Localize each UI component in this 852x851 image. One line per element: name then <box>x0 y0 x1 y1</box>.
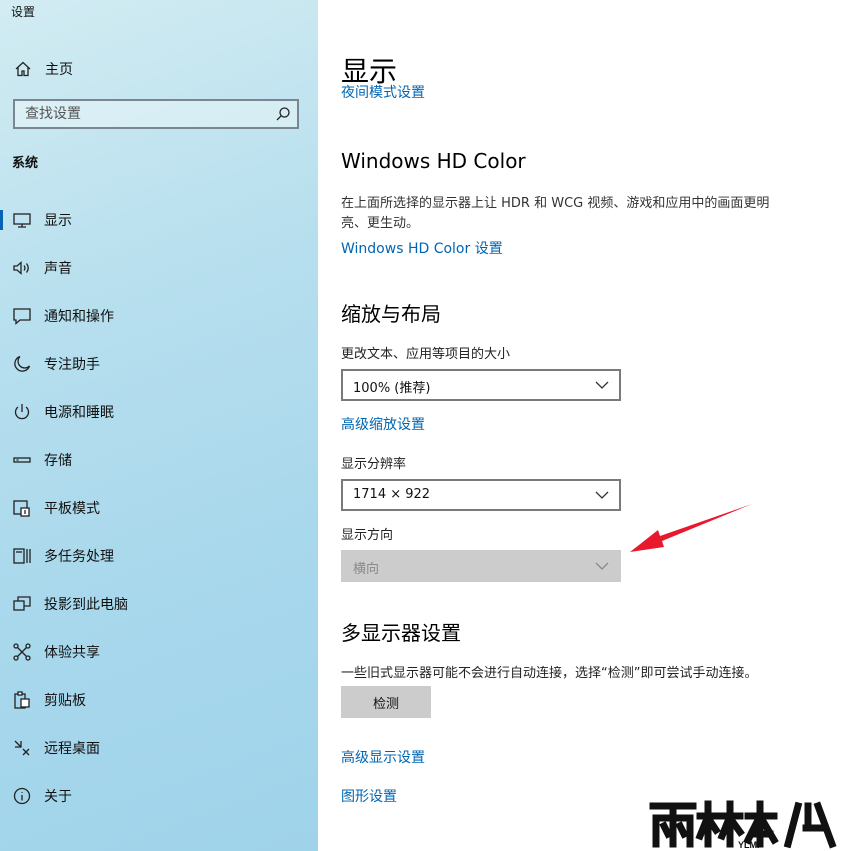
sidebar-item-label: 专注助手 <box>44 357 100 373</box>
sidebar-item-label: 通知和操作 <box>44 309 114 325</box>
notification-icon <box>13 308 31 325</box>
sidebar-item-label: 远程桌面 <box>44 741 100 757</box>
orientation-label: 显示方向 <box>341 528 394 543</box>
graphics-settings-link[interactable]: 图形设置 <box>341 786 397 806</box>
sidebar-item-label: 显示 <box>44 213 72 229</box>
moon-icon <box>14 355 31 372</box>
home-icon <box>15 61 31 77</box>
sidebar-item-label: 剪贴板 <box>44 693 86 709</box>
sidebar-nav: 显示 声音 通知和操作 专注助手 电源和睡眠 存储 平板模式 多任务处理 投影到… <box>0 196 318 820</box>
watermark-logo: YLMF <box>649 800 837 850</box>
advanced-scaling-link[interactable]: 高级缩放设置 <box>341 414 425 434</box>
monitor-icon <box>13 213 31 228</box>
project-icon <box>13 596 31 611</box>
speaker-icon <box>13 261 29 275</box>
annotation-arrow <box>630 504 752 552</box>
clipboard-icon <box>14 691 30 709</box>
chevron-down-icon <box>595 562 609 570</box>
sidebar-item-label: 存储 <box>44 453 72 469</box>
sidebar-item-label: 电源和睡眠 <box>44 405 114 421</box>
hdr-heading: Windows HD Color <box>341 149 526 173</box>
scale-heading: 缩放与布局 <box>341 302 441 326</box>
storage-icon <box>13 457 31 463</box>
sidebar-item-label: 主页 <box>45 62 73 78</box>
hdr-settings-link[interactable]: Windows HD Color 设置 <box>341 238 503 258</box>
sidebar: 设置 主页 系统 显示 声音 通知和操作 <box>0 0 318 851</box>
sidebar-item-project[interactable]: 投影到此电脑 <box>0 580 318 628</box>
power-icon <box>14 404 30 420</box>
search-icon[interactable] <box>275 106 291 122</box>
sidebar-item-focus-assist[interactable]: 专注助手 <box>0 340 318 388</box>
sidebar-item-about[interactable]: 关于 <box>0 772 318 820</box>
remote-icon <box>14 740 30 756</box>
multi-display-heading: 多显示器设置 <box>341 621 461 645</box>
detect-button[interactable]: 检测 <box>341 686 431 718</box>
orientation-select: 横向 <box>341 550 621 582</box>
sidebar-item-multitasking[interactable]: 多任务处理 <box>0 532 318 580</box>
main-content: 显示 夜间模式设置 Windows HD Color 在上面所选择的显示器上让 … <box>318 0 852 851</box>
chevron-down-icon <box>595 491 609 499</box>
sidebar-item-label: 多任务处理 <box>44 549 114 565</box>
sidebar-item-tablet-mode[interactable]: 平板模式 <box>0 484 318 532</box>
night-light-link[interactable]: 夜间模式设置 <box>341 84 425 98</box>
night-light-link-text[interactable]: 夜间模式设置 <box>341 84 425 98</box>
multitask-icon <box>13 548 31 564</box>
share-icon <box>13 643 31 661</box>
resolution-select[interactable]: 1714 × 922 <box>341 479 621 511</box>
sidebar-item-shared-experiences[interactable]: 体验共享 <box>0 628 318 676</box>
search-box[interactable] <box>13 99 299 129</box>
sidebar-item-home[interactable]: 主页 <box>0 50 318 86</box>
resolution-label: 显示分辨率 <box>341 457 407 472</box>
hdr-description: 在上面所选择的显示器上让 HDR 和 WCG 视频、游戏和应用中的画面更明亮、更… <box>341 196 770 231</box>
sidebar-item-storage[interactable]: 存储 <box>0 436 318 484</box>
sidebar-item-notifications[interactable]: 通知和操作 <box>0 292 318 340</box>
size-label: 更改文本、应用等项目的大小 <box>341 347 511 362</box>
sidebar-item-label: 声音 <box>44 261 72 277</box>
orientation-select-value: 横向 <box>353 562 380 577</box>
watermark-logo-text: YLMF <box>738 840 763 850</box>
sidebar-item-clipboard[interactable]: 剪贴板 <box>0 676 318 724</box>
section-label-system: 系统 <box>12 156 39 171</box>
size-select-value: 100% (推荐) <box>353 381 431 396</box>
multi-display-description: 一些旧式显示器可能不会进行自动连接，选择“检测”即可尝试手动连接。 <box>341 666 758 681</box>
sidebar-item-label: 投影到此电脑 <box>44 597 128 613</box>
chevron-down-icon <box>595 381 609 389</box>
resolution-select-value: 1714 × 922 <box>353 487 431 502</box>
advanced-display-link[interactable]: 高级显示设置 <box>341 747 425 767</box>
sidebar-item-power[interactable]: 电源和睡眠 <box>0 388 318 436</box>
size-select[interactable]: 100% (推荐) <box>341 369 621 401</box>
sidebar-item-label: 关于 <box>44 789 72 805</box>
sidebar-item-remote-desktop[interactable]: 远程桌面 <box>0 724 318 772</box>
tablet-icon <box>13 500 30 517</box>
sidebar-item-label: 平板模式 <box>44 501 100 517</box>
sidebar-item-label: 体验共享 <box>44 645 100 661</box>
window-title: 设置 <box>11 5 36 19</box>
search-input[interactable] <box>15 101 275 127</box>
sidebar-item-display[interactable]: 显示 <box>0 196 318 244</box>
sidebar-item-sound[interactable]: 声音 <box>0 244 318 292</box>
info-icon <box>13 787 31 805</box>
